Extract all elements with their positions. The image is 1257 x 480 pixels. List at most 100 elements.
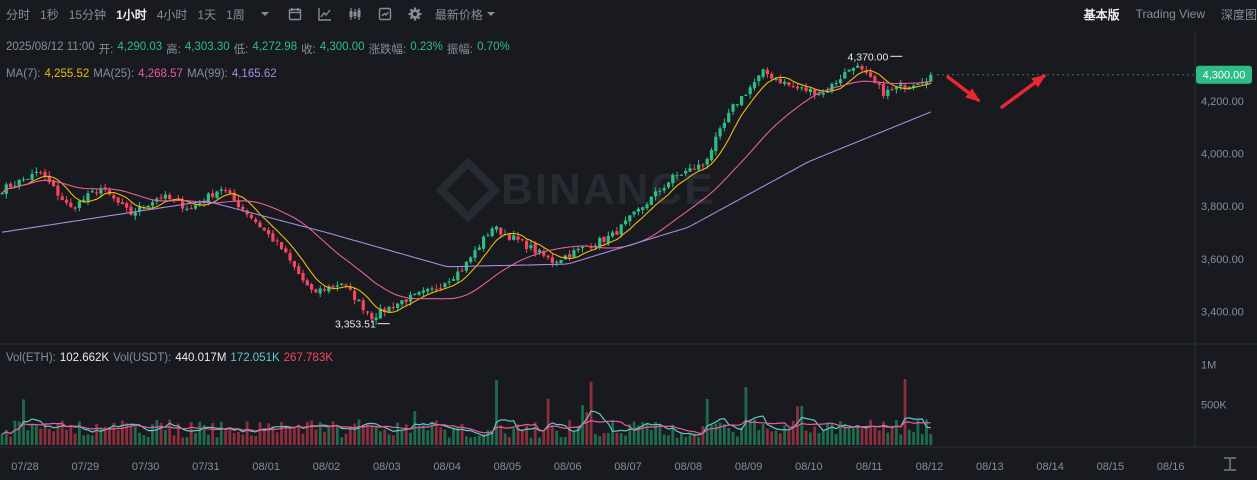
candle-body bbox=[69, 202, 73, 207]
high-marker-label: 4,370.00 bbox=[847, 51, 888, 63]
volume-bar bbox=[9, 436, 12, 445]
volume-bar bbox=[336, 425, 339, 445]
candle-body bbox=[705, 159, 709, 165]
volume-bar bbox=[907, 429, 911, 445]
candle-body bbox=[434, 288, 438, 290]
volume-bar bbox=[331, 421, 335, 445]
volume-bar bbox=[0, 434, 4, 445]
candle-body bbox=[890, 89, 894, 91]
volume-bar bbox=[800, 405, 804, 445]
volume-bar bbox=[826, 422, 829, 445]
time-axis-label: 08/03 bbox=[373, 461, 401, 473]
time-axis-label: 08/09 bbox=[735, 461, 763, 473]
candle-body bbox=[598, 237, 602, 247]
volume-bar bbox=[864, 428, 868, 445]
volume-bar bbox=[116, 430, 120, 445]
candle-body bbox=[365, 311, 370, 313]
time-axis-label: 08/05 bbox=[494, 461, 522, 473]
volume-bar bbox=[245, 421, 249, 445]
volume-bar bbox=[714, 423, 718, 445]
volume-bar bbox=[280, 421, 283, 445]
candle-body bbox=[60, 196, 64, 200]
volume-bar bbox=[439, 427, 442, 445]
volume-bar bbox=[920, 434, 924, 445]
volume-bar bbox=[142, 435, 146, 445]
candle-body bbox=[456, 271, 460, 281]
volume-bar bbox=[495, 380, 498, 445]
candle-body bbox=[305, 280, 309, 286]
volume-bar bbox=[834, 434, 838, 445]
volume-bar bbox=[288, 426, 292, 445]
candle-body bbox=[361, 300, 365, 311]
volume-bar bbox=[396, 422, 399, 445]
volume-bar bbox=[594, 433, 597, 445]
volume-bar bbox=[520, 429, 524, 445]
candle-body bbox=[499, 227, 503, 235]
volume-bar bbox=[538, 437, 541, 445]
candle-body bbox=[26, 178, 30, 180]
volume-bar bbox=[219, 421, 223, 445]
volume-bar bbox=[181, 437, 184, 445]
volume-bar bbox=[129, 424, 133, 445]
candle-body bbox=[516, 236, 520, 240]
volume-bar bbox=[409, 432, 412, 445]
time-axis-settings-icon[interactable] bbox=[1224, 457, 1236, 471]
volume-bar bbox=[649, 429, 653, 445]
volume-bar bbox=[624, 435, 627, 445]
candle-body bbox=[929, 74, 933, 82]
low-label: 低: bbox=[233, 44, 249, 56]
time-axis-label: 08/12 bbox=[916, 461, 944, 473]
candle-body bbox=[658, 190, 662, 192]
volume-bar bbox=[757, 430, 761, 445]
candle-body bbox=[95, 192, 99, 194]
change-value: 0.23% bbox=[410, 41, 443, 53]
time-axis-label: 08/14 bbox=[1036, 461, 1064, 473]
volume-bar bbox=[327, 425, 331, 445]
vol-eth-label: Vol(ETH): bbox=[6, 352, 56, 364]
candle-body bbox=[692, 168, 696, 170]
candle-body bbox=[559, 259, 563, 263]
time-axis-label: 08/02 bbox=[313, 461, 341, 473]
candle-body bbox=[709, 149, 714, 161]
volume-bar bbox=[499, 425, 503, 445]
volume-bar bbox=[65, 429, 68, 445]
current-price-label: 4,300.00 bbox=[1203, 70, 1246, 82]
price-axis-label: 3,400.00 bbox=[1201, 306, 1244, 318]
volume-bar bbox=[839, 421, 842, 445]
candle-body bbox=[537, 249, 542, 253]
candle-body bbox=[740, 96, 744, 106]
volume-bar bbox=[503, 433, 507, 445]
volume-bar bbox=[297, 424, 301, 445]
candle-body bbox=[611, 232, 615, 237]
ma7-line bbox=[1, 70, 931, 313]
candle-body bbox=[469, 257, 473, 263]
volume-bar bbox=[770, 431, 774, 445]
candle-body bbox=[150, 202, 155, 206]
candle-body bbox=[851, 68, 855, 71]
candle-body bbox=[404, 299, 408, 303]
volume-bar bbox=[293, 428, 296, 445]
candle-body bbox=[417, 292, 421, 295]
candle-body bbox=[262, 227, 266, 231]
ma25-label: MA(25): bbox=[93, 68, 135, 80]
volume-bar bbox=[82, 435, 86, 445]
volume-bar bbox=[916, 419, 920, 445]
volume-bar bbox=[654, 421, 657, 445]
volume-bar bbox=[804, 430, 808, 445]
volume-bar bbox=[744, 387, 748, 445]
candle-body bbox=[641, 207, 645, 210]
volume-bar bbox=[305, 421, 309, 445]
volume-bar bbox=[391, 435, 395, 445]
volume-bar bbox=[344, 433, 348, 445]
volume-bar bbox=[899, 434, 903, 445]
candle-body bbox=[847, 69, 851, 72]
amplitude-label: 振幅: bbox=[446, 44, 474, 56]
candle-body bbox=[52, 181, 56, 187]
volume-bar bbox=[632, 421, 636, 445]
volume-bar bbox=[675, 437, 679, 445]
candle-body bbox=[9, 183, 13, 188]
volume-bar bbox=[546, 398, 550, 445]
volume-bar bbox=[189, 421, 193, 445]
candle-body bbox=[185, 208, 189, 210]
volume-bar bbox=[658, 424, 662, 445]
